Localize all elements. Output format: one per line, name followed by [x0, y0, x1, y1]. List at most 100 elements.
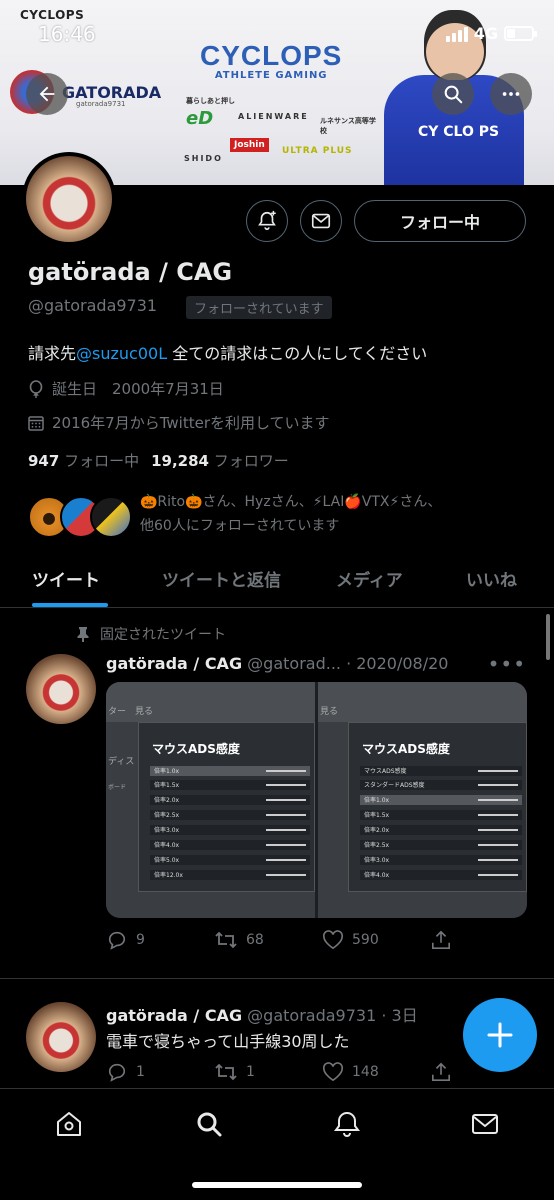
tweet-avatar[interactable] — [26, 654, 96, 724]
share-button[interactable] — [430, 930, 452, 950]
sponsor-logo: ULTRA PLUS — [282, 146, 353, 156]
tab-tweets[interactable]: ツイート — [32, 566, 100, 591]
status-indicators: 4G — [445, 24, 537, 43]
following-link[interactable]: 947 フォロー中 — [28, 452, 139, 470]
active-tab-indicator — [32, 603, 108, 607]
follows-you-badge: フォローされています — [186, 296, 332, 319]
media-row: マウスADS感度 — [360, 766, 522, 776]
tab-likes[interactable]: いいね — [466, 566, 517, 591]
media-image-right[interactable]: 見る マウスADS感度 マウスADS感度 スタンダードADS感度 倍率1.0x … — [318, 682, 527, 918]
reply-button[interactable]: 1 — [106, 1062, 145, 1082]
retweet-count: 1 — [246, 1064, 255, 1080]
profile-avatar[interactable] — [22, 152, 116, 246]
more-horizontal-icon — [502, 92, 520, 96]
sponsor-logo-ed: eD — [186, 108, 214, 129]
more-options-button[interactable] — [490, 73, 532, 115]
sponsor-logo: 暮らしあと押し — [186, 97, 235, 105]
bio-prefix: 請求先 — [28, 344, 77, 363]
media-row: 倍率3.0x — [360, 855, 522, 865]
home-icon — [57, 1112, 81, 1136]
balloon-icon — [29, 379, 43, 398]
tweet-avatar[interactable] — [26, 1002, 96, 1072]
media-top-label: 見る — [320, 707, 339, 717]
mail-icon — [472, 1114, 498, 1134]
message-button[interactable] — [300, 200, 342, 242]
retweet-button[interactable]: 1 — [214, 1062, 255, 1082]
back-button[interactable] — [26, 73, 68, 115]
tab-media[interactable]: メディア — [336, 566, 403, 591]
share-icon — [432, 930, 450, 949]
reply-icon — [108, 1063, 126, 1082]
nav-notifications[interactable] — [330, 1107, 364, 1141]
tweet-author-name[interactable]: gatörada / CAG — [106, 654, 242, 673]
banner-brand-name: CYCLOPS — [200, 40, 343, 71]
tweet-media[interactable]: ター 見る ディス ボード マウスADS感度 倍率1.0x 倍率1.5x 倍率2… — [106, 682, 527, 918]
status-time: 16:46 — [38, 22, 96, 46]
retweet-button[interactable]: 68 — [214, 930, 264, 950]
mail-icon — [311, 213, 331, 229]
media-side-label: ディス — [108, 757, 135, 767]
media-row: 倍率2.0x — [360, 825, 522, 835]
heart-icon — [322, 1062, 344, 1082]
followed-by-line2: 他60人にフォローされています — [140, 518, 340, 534]
nav-search[interactable] — [192, 1107, 226, 1141]
share-button[interactable] — [430, 1062, 452, 1082]
birthday-text: 誕生日 2000年7月31日 — [52, 380, 224, 398]
reply-count: 9 — [136, 932, 145, 948]
reply-icon — [108, 931, 126, 950]
pinned-text: 固定されたツイート — [100, 627, 226, 643]
media-row: 倍率2.0x — [150, 795, 310, 805]
bio-mention-link[interactable]: @suzuc00L — [76, 344, 167, 363]
tweet-author-name[interactable]: gatörada / CAG — [106, 1006, 242, 1025]
sponsor-logos: 暮らしあと押し eD ALIENWARE ルネサンス高等学校 SHIDO Jos… — [180, 96, 380, 176]
pinned-label: 固定されたツイート — [76, 624, 226, 644]
tweet-more-button[interactable]: ••• — [488, 652, 526, 676]
nav-messages[interactable] — [468, 1107, 502, 1141]
search-button[interactable] — [432, 73, 474, 115]
tab-tweets-and-replies[interactable]: ツイートと返信 — [162, 566, 281, 591]
tweet-handle-date: @gatorada9731 · 3日 — [247, 1006, 418, 1025]
media-side-label: ボード — [108, 784, 127, 791]
profile-handle: @gatorada9731 — [28, 296, 158, 315]
followed-by-text[interactable]: 🎃Rito🎃さん、Hyzさん、⚡LAI🍎VTX⚡さん、 他60人にフォローされて… — [140, 490, 530, 538]
media-row: 倍率4.0x — [360, 870, 522, 880]
media-image-left[interactable]: ター 見る ディス ボード マウスADS感度 倍率1.0x 倍率1.5x 倍率2… — [106, 682, 315, 918]
follow-counts: 947 フォロー中 19,284 フォロワー — [28, 450, 289, 471]
jersey-text: CY CLO PS — [418, 124, 500, 140]
sponsor-logo: Joshin — [230, 138, 269, 152]
tweet-handle-date: @gatorad... · 2020/08/20 — [247, 654, 449, 673]
tweet-text: 電車で寝ちゃって山手線30周した — [106, 1032, 350, 1051]
following-count: 947 — [28, 452, 60, 470]
search-icon — [197, 1112, 222, 1137]
home-indicator[interactable] — [192, 1182, 362, 1188]
tweet-header: gatörada / CAG @gatorad... · 2020/08/20 — [106, 654, 448, 673]
tweet-actions: 9 68 590 — [106, 930, 526, 954]
media-row: 倍率1.5x — [360, 810, 522, 820]
banner-brand: CYCLOPS ATHLETE GAMING — [200, 40, 342, 81]
tweet-divider — [0, 978, 554, 979]
search-icon — [444, 85, 463, 104]
nav-home[interactable] — [52, 1107, 86, 1141]
like-button[interactable]: 148 — [322, 1062, 379, 1082]
retweet-icon — [215, 931, 237, 949]
compose-tweet-button[interactable] — [463, 998, 537, 1072]
sponsor-logo: ルネサンス高等学校 — [320, 117, 376, 135]
media-top-label: ター 見る — [108, 707, 154, 717]
media-bg — [318, 682, 527, 722]
like-button[interactable]: 590 — [322, 930, 379, 950]
following-button[interactable]: フォロー中 — [354, 200, 526, 242]
sponsor-logo: SHIDO — [184, 154, 223, 163]
followers-label: フォロワー — [213, 452, 289, 470]
known-followers-avatars[interactable] — [28, 496, 132, 540]
battery-icon — [504, 26, 537, 41]
media-row: スタンダードADS感度 — [360, 780, 522, 790]
media-panel-title: マウスADS感度 — [362, 742, 450, 756]
following-label: フォロー中 — [64, 452, 140, 470]
notifications-button[interactable] — [246, 200, 288, 242]
followers-link[interactable]: 19,284 フォロワー — [151, 452, 289, 470]
reply-button[interactable]: 9 — [106, 930, 145, 950]
scrollbar[interactable] — [546, 614, 550, 660]
retweet-icon — [215, 1063, 237, 1081]
followers-count: 19,284 — [151, 452, 209, 470]
network-type: 4G — [473, 24, 498, 43]
